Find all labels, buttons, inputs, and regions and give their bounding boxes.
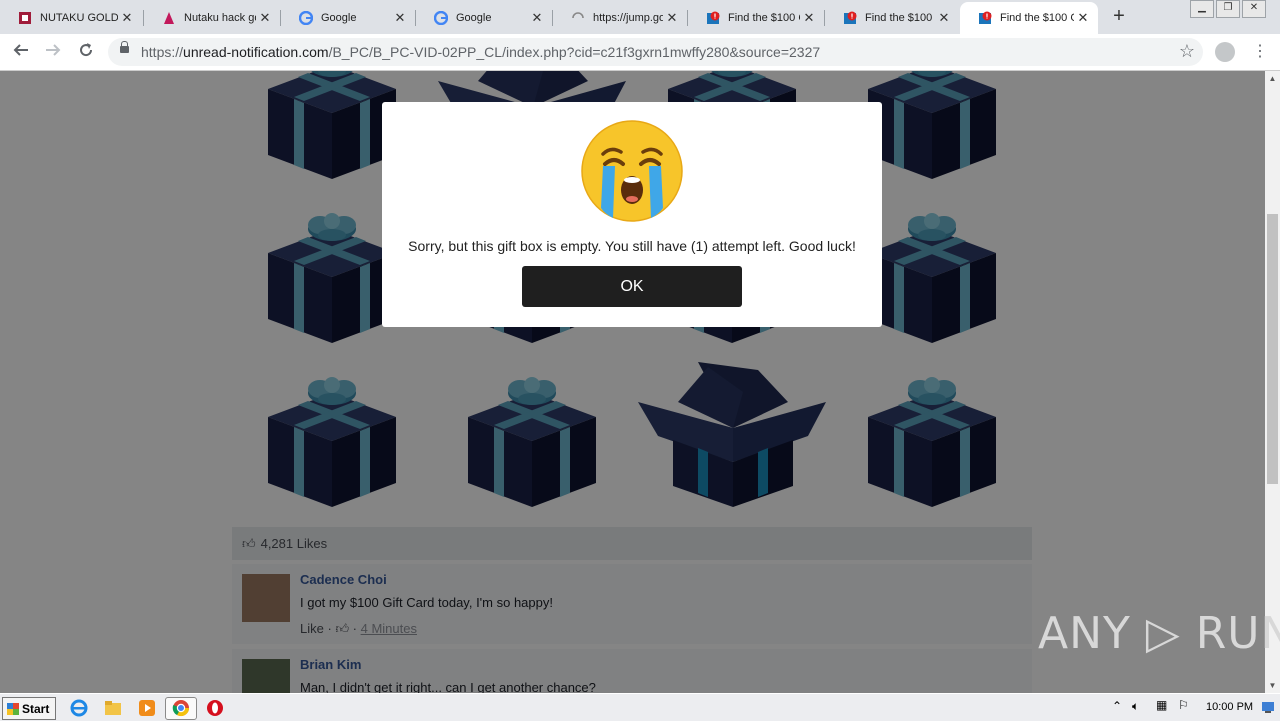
media-player-icon[interactable] — [138, 699, 156, 717]
anyrun-watermark: ANY ▷ RUN — [1038, 608, 1280, 659]
close-tab-icon[interactable]: ✕ — [663, 10, 681, 26]
system-tray: ⌃ 🔈︎ ▦ ⚐ — [1106, 694, 1280, 721]
close-tab-icon[interactable]: ✕ — [391, 10, 409, 26]
tab-google-2[interactable]: Google ✕ — [416, 2, 552, 34]
close-tab-icon[interactable]: ✕ — [118, 10, 136, 26]
scrollbar-thumb[interactable] — [1267, 214, 1278, 484]
tab-title: https://jump.go — [593, 12, 663, 24]
forward-button[interactable] — [41, 41, 65, 63]
restore-button[interactable]: ❐ — [1216, 0, 1240, 18]
scroll-up-arrow-icon[interactable]: ▲ — [1265, 71, 1280, 86]
close-tab-icon[interactable]: ✕ — [256, 10, 274, 26]
tab-title: Google — [456, 12, 492, 24]
tab-find-gift-active[interactable]: Find the $100 G ✕ — [960, 2, 1098, 34]
menu-kebab-icon[interactable]: ⋮ — [1252, 41, 1268, 61]
close-window-button[interactable]: ✕ — [1242, 0, 1266, 18]
reload-button[interactable] — [74, 41, 98, 63]
volume-icon[interactable]: 🔈︎ — [1132, 699, 1139, 714]
minimize-button[interactable]: ▁ — [1190, 0, 1214, 18]
alert-badge-icon — [706, 11, 720, 25]
start-button[interactable]: Start — [2, 697, 56, 720]
url-text: https://unread-notification.com/B_PC/B_P… — [141, 44, 820, 60]
window-controls: ▁ ❐ ✕ — [1188, 0, 1266, 18]
lock-icon — [120, 41, 129, 53]
loudly-crying-face-icon — [581, 120, 683, 222]
chrome-icon — [172, 700, 190, 717]
show-hidden-icons-icon[interactable]: ⌃ — [1112, 699, 1122, 713]
address-bar[interactable]: https://unread-notification.com/B_PC/B_P… — [108, 38, 1203, 66]
nutaku-hack-icon — [162, 11, 176, 25]
google-icon — [434, 11, 448, 25]
url-path: /B_PC/B_PC-VID-02PP_CL/index.php?cid=c21… — [328, 44, 821, 60]
close-tab-icon[interactable]: ✕ — [528, 10, 546, 26]
browser-toolbar: https://unread-notification.com/B_PC/B_P… — [0, 34, 1280, 71]
close-tab-icon[interactable]: ✕ — [800, 10, 818, 26]
reload-icon — [80, 43, 93, 57]
tab-title: Google — [321, 12, 357, 24]
file-explorer-icon[interactable] — [104, 699, 122, 717]
close-tab-icon[interactable]: ✕ — [935, 10, 953, 26]
ok-button[interactable]: OK — [522, 266, 742, 307]
arrow-left-icon — [13, 44, 28, 56]
page-scrollbar[interactable]: ▲ ▼ — [1265, 71, 1280, 693]
internet-explorer-icon[interactable] — [70, 699, 88, 717]
start-label: Start — [22, 701, 50, 716]
show-desktop-icon[interactable] — [1262, 701, 1274, 713]
taskbar-clock[interactable]: 10:00 PM — [1206, 701, 1253, 713]
tab-title: Find the $100 G — [1000, 12, 1074, 24]
taskbar-chrome-active[interactable] — [165, 697, 197, 720]
taskbar: Start ⌃ 🔈︎ ▦ ⚐ 10:00 PM — [0, 693, 1280, 721]
url-scheme: https:// — [141, 44, 184, 60]
nutaku-icon — [18, 11, 32, 25]
modal-message: Sorry, but this gift box is empty. You s… — [408, 238, 856, 254]
loading-spinner-icon — [571, 11, 585, 25]
empty-gift-modal: Sorry, but this gift box is empty. You s… — [382, 102, 882, 327]
tab-find-gift-1[interactable]: Find the $100 G ✕ — [688, 2, 824, 34]
arrow-right-icon — [46, 44, 61, 56]
browser-tab-strip: NUTAKU GOLD ✕ Nutaku hack go ✕ Google ✕ … — [0, 0, 1280, 34]
network-icon[interactable]: ▦ — [1156, 698, 1167, 712]
action-center-flag-icon[interactable]: ⚐ — [1178, 698, 1189, 712]
windows-logo-icon — [7, 702, 19, 715]
new-tab-button[interactable]: + — [1108, 5, 1130, 29]
page-viewport: 👍︎ 4,281 Likes Cadence Choi I got my $10… — [0, 71, 1265, 693]
tab-jump-loading[interactable]: https://jump.go ✕ — [553, 2, 687, 34]
tab-title: Find the $100 G — [728, 12, 800, 24]
url-host: unread-notification.com — [183, 44, 329, 60]
back-button[interactable] — [9, 41, 33, 63]
alert-badge-icon — [978, 11, 992, 25]
opera-icon[interactable] — [206, 699, 224, 717]
google-icon — [299, 11, 313, 25]
tab-title: Nutaku hack go — [184, 12, 256, 24]
tab-title: NUTAKU GOLD — [40, 12, 118, 24]
profile-avatar-icon[interactable] — [1215, 42, 1235, 62]
tab-find-gift-2[interactable]: Find the $100 G ✕ — [825, 2, 959, 34]
tab-nutaku-gold[interactable]: NUTAKU GOLD ✕ — [0, 2, 142, 34]
scroll-down-arrow-icon[interactable]: ▼ — [1265, 678, 1280, 693]
alert-badge-icon — [843, 11, 857, 25]
close-tab-icon[interactable]: ✕ — [1074, 10, 1092, 26]
tab-nutaku-hack[interactable]: Nutaku hack go ✕ — [144, 2, 280, 34]
tab-google-1[interactable]: Google ✕ — [281, 2, 415, 34]
tab-title: Find the $100 G — [865, 12, 935, 24]
bookmark-star-icon[interactable]: ☆ — [1179, 41, 1195, 62]
